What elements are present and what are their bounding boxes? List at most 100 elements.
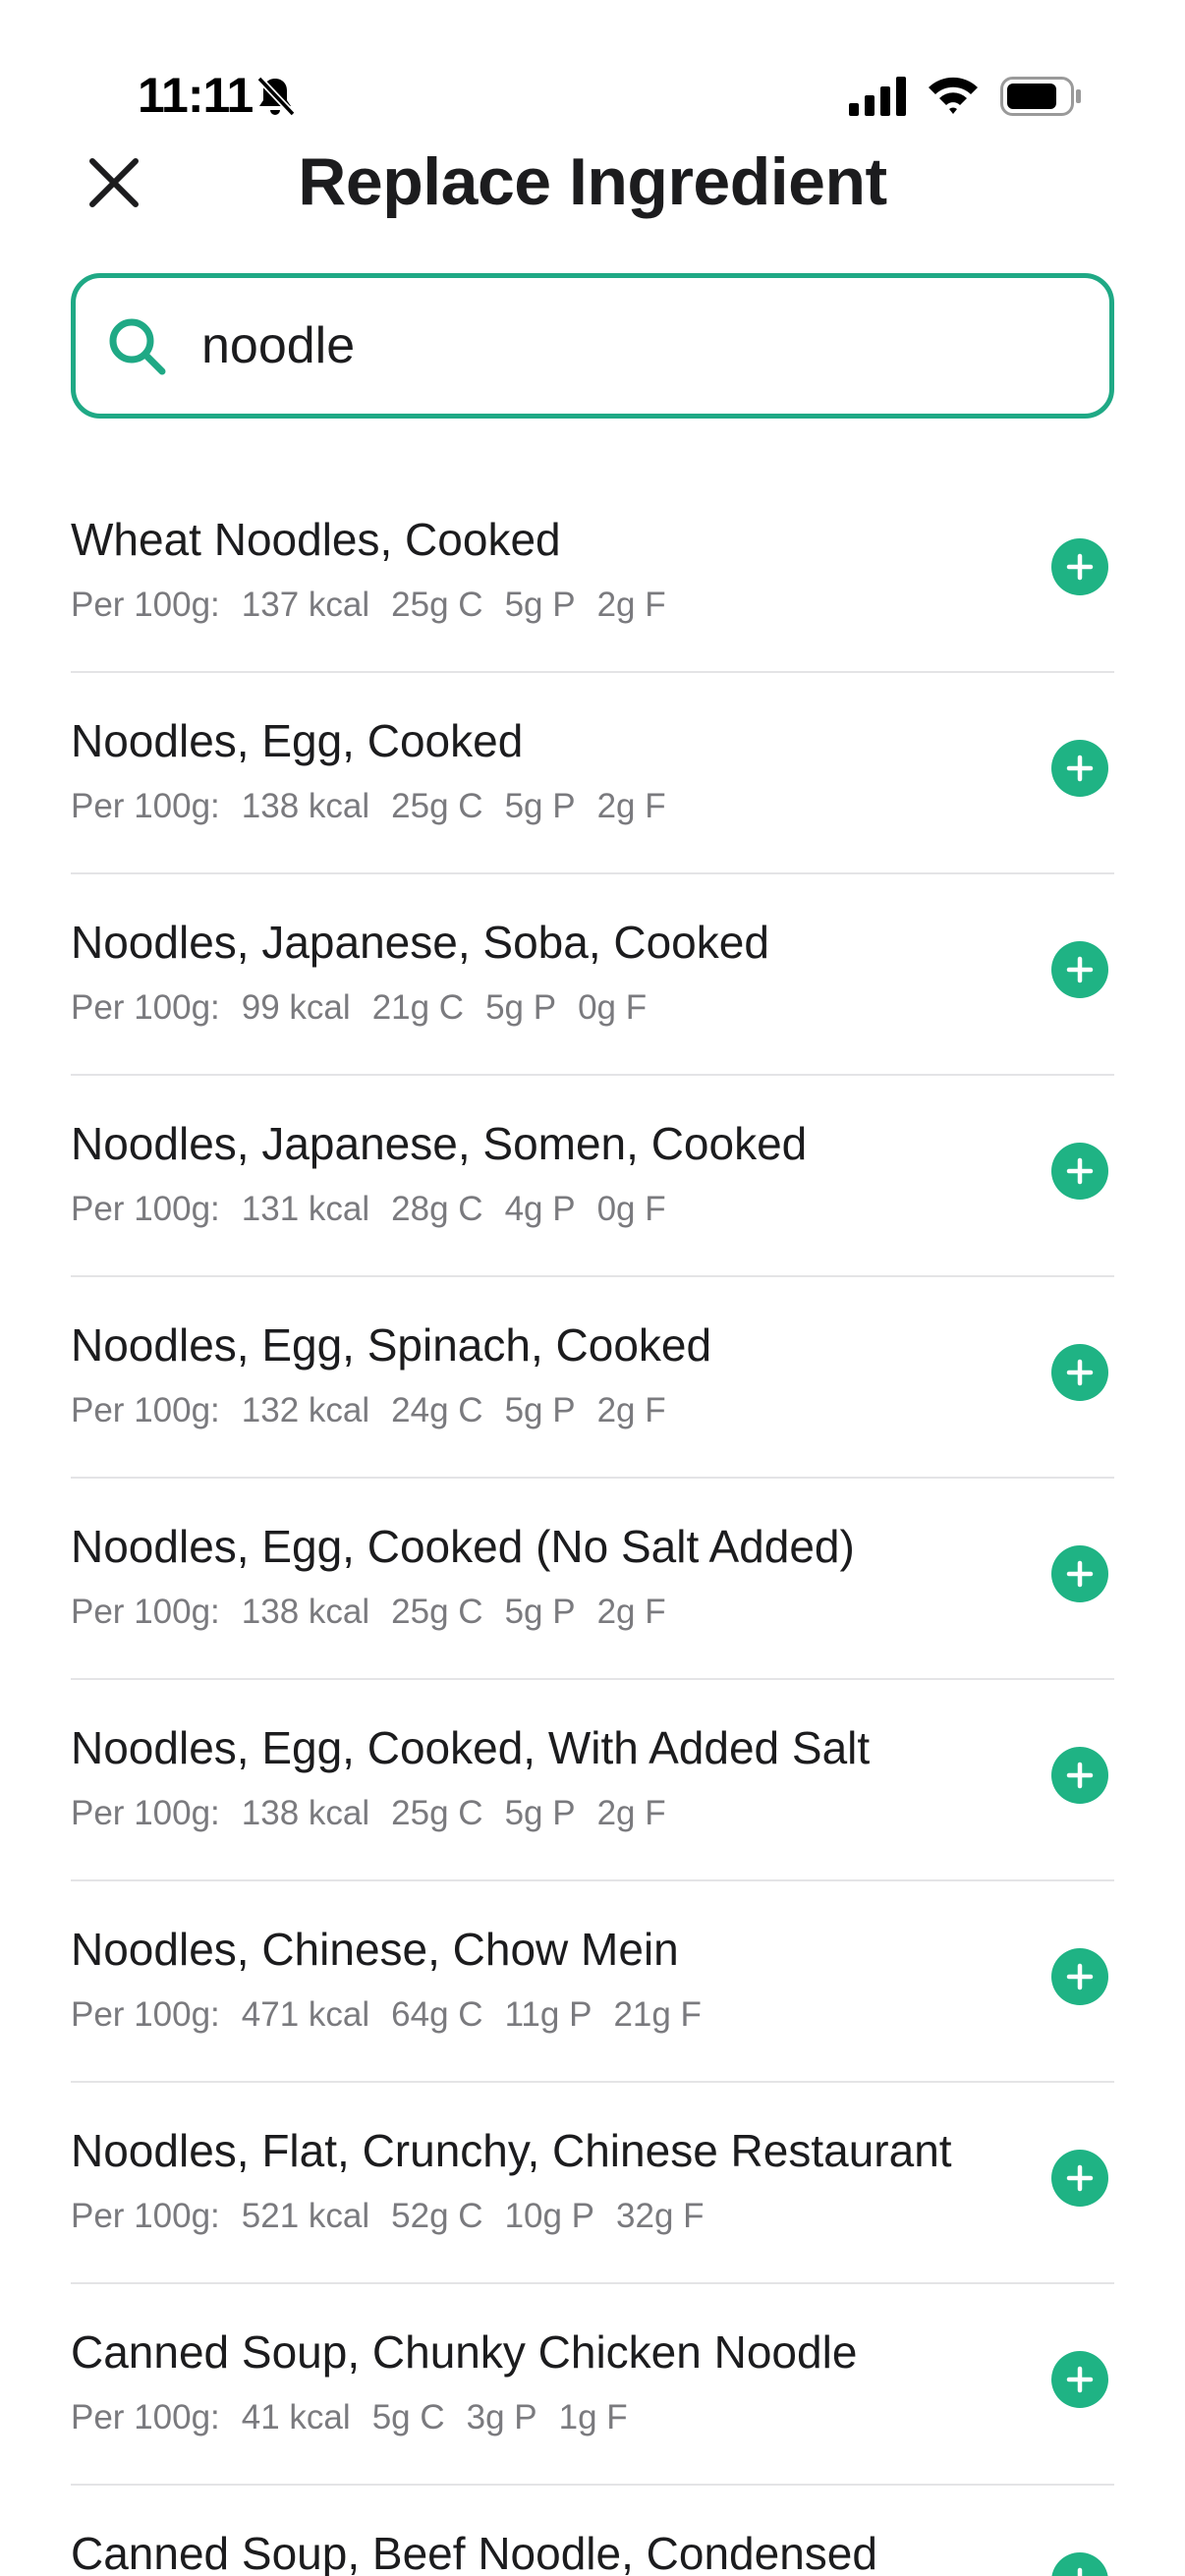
serving-label: Per 100g: — [71, 586, 220, 624]
protein-value: 4g P — [504, 1190, 576, 1228]
ingredient-name: Wheat Noodles, Cooked — [71, 514, 561, 565]
plus-icon — [1066, 755, 1094, 782]
add-ingredient-button[interactable] — [1051, 1948, 1108, 2005]
fat-value: 21g F — [613, 1995, 702, 2034]
protein-value: 10g P — [504, 2197, 595, 2235]
replace-ingredient-screen: 11:11 Replace Ingredient noodle Wheat No… — [0, 0, 1185, 2576]
fat-value: 0g F — [596, 1190, 666, 1228]
calories-value: 131 kcal — [241, 1190, 370, 1228]
serving-label: Per 100g: — [71, 988, 220, 1027]
protein-value: 3g P — [466, 2398, 537, 2436]
ingredient-macros: Per 100g: 131 kcal 28g C 4g P 0g F — [71, 1190, 688, 1229]
calories-value: 138 kcal — [241, 787, 370, 825]
carbs-value: 25g C — [391, 586, 483, 624]
list-item[interactable]: Noodles, Egg, Cooked (No Salt Added) Per… — [71, 1479, 1114, 1680]
plus-icon — [1077, 2567, 1083, 2576]
serving-label: Per 100g: — [71, 2398, 220, 2436]
protein-value: 5g P — [504, 787, 576, 825]
protein-value: 11g P — [504, 1995, 592, 2034]
plus-icon — [1066, 1359, 1094, 1386]
add-ingredient-button[interactable] — [1051, 2150, 1108, 2207]
add-ingredient-button[interactable] — [1051, 1143, 1108, 1200]
ingredient-name: Noodles, Japanese, Somen, Cooked — [71, 1118, 808, 1169]
plus-icon — [1066, 2366, 1094, 2393]
add-ingredient-button[interactable] — [1051, 538, 1108, 595]
plus-icon — [1066, 2164, 1094, 2192]
ingredient-macros: Per 100g: 41 kcal 5g C 3g P 1g F — [71, 2398, 649, 2437]
ingredient-name: Noodles, Egg, Cooked — [71, 715, 524, 766]
list-item[interactable]: Noodles, Japanese, Somen, Cooked Per 100… — [71, 1076, 1114, 1277]
results-list: Wheat Noodles, Cooked Per 100g: 137 kcal 2… — [71, 472, 1114, 2576]
list-item[interactable]: Noodles, Japanese, Soba, Cooked Per 100g… — [71, 874, 1114, 1076]
add-ingredient-button[interactable] — [1051, 1545, 1108, 1602]
serving-label: Per 100g: — [71, 1794, 220, 1832]
fat-value: 2g F — [596, 1593, 666, 1631]
carbs-value: 24g C — [391, 1391, 483, 1429]
add-ingredient-button[interactable] — [1051, 2351, 1108, 2408]
fat-value: 1g F — [558, 2398, 628, 2436]
serving-label: Per 100g: — [71, 1995, 220, 2034]
add-ingredient-button[interactable] — [1051, 1747, 1108, 1804]
battery-icon — [1000, 77, 1081, 116]
plus-icon — [1066, 553, 1094, 581]
carbs-value: 25g C — [391, 1593, 483, 1631]
ingredient-macros: Per 100g: 138 kcal 25g C 5g P 2g F — [71, 1794, 688, 1833]
serving-label: Per 100g: — [71, 787, 220, 825]
list-item[interactable]: Noodles, Egg, Cooked, With Added Salt Pe… — [71, 1680, 1114, 1881]
add-ingredient-button[interactable] — [1051, 740, 1108, 797]
calories-value: 521 kcal — [241, 2197, 370, 2235]
search-input[interactable] — [201, 278, 1109, 414]
ingredient-name: Noodles, Chinese, Chow Mein — [71, 1924, 679, 1975]
plus-icon — [1066, 1157, 1094, 1185]
status-bar: 11:11 — [0, 0, 1185, 147]
calories-value: 132 kcal — [241, 1391, 370, 1429]
carbs-value: 52g C — [391, 2197, 483, 2235]
fat-value: 2g F — [596, 1391, 666, 1429]
plus-icon — [1066, 1762, 1094, 1789]
list-item[interactable]: Noodles, Chinese, Chow Mein Per 100g: 471… — [71, 1881, 1114, 2083]
ingredient-macros: Per 100g: 471 kcal 64g C 11g P 21g F — [71, 1995, 723, 2035]
protein-value: 5g P — [485, 988, 557, 1027]
list-item[interactable]: Canned Soup, Beef Noodle, Condensed — [71, 2486, 1114, 2576]
add-ingredient-button[interactable] — [1051, 2552, 1108, 2576]
ingredient-name: Noodles, Egg, Cooked, With Added Salt — [71, 1722, 871, 1773]
list-item[interactable]: Noodles, Flat, Crunchy, Chinese Restaura… — [71, 2083, 1114, 2284]
status-time: 11:11 — [138, 68, 254, 123]
carbs-value: 28g C — [391, 1190, 483, 1228]
ingredient-name: Noodles, Flat, Crunchy, Chinese Restaura… — [71, 2125, 952, 2176]
calories-value: 138 kcal — [241, 1593, 370, 1631]
cellular-signal-icon — [849, 77, 906, 116]
calories-value: 137 kcal — [241, 586, 370, 624]
ingredient-macros: Per 100g: 99 kcal 21g C 5g P 0g F — [71, 988, 668, 1028]
fat-value: 2g F — [596, 787, 666, 825]
fat-value: 0g F — [578, 988, 648, 1027]
plus-icon — [1066, 1963, 1094, 1990]
carbs-value: 21g C — [371, 988, 465, 1027]
ingredient-macros: Per 100g: 521 kcal 52g C 10g P 32g F — [71, 2197, 726, 2236]
list-item[interactable]: Noodles, Egg, Spinach, Cooked Per 100g: 1… — [71, 1277, 1114, 1479]
carbs-value: 5g C — [371, 2398, 445, 2436]
search-box[interactable] — [71, 273, 1114, 419]
serving-label: Per 100g: — [71, 2197, 220, 2235]
list-item[interactable]: Canned Soup, Chunky Chicken Noodle Per 1… — [71, 2284, 1114, 2486]
ingredient-name: Noodles, Egg, Cooked (No Salt Added) — [71, 1521, 855, 1572]
carbs-value: 25g C — [391, 1794, 483, 1832]
bell-muted-icon — [256, 76, 296, 117]
wifi-icon — [929, 77, 978, 114]
list-item[interactable]: Noodles, Egg, Cooked Per 100g: 138 kcal 25… — [71, 673, 1114, 874]
calories-value: 471 kcal — [241, 1995, 370, 2034]
protein-value: 5g P — [504, 1593, 576, 1631]
ingredient-name: Canned Soup, Beef Noodle, Condensed — [71, 2528, 877, 2576]
page-title: Replace Ingredient — [298, 144, 887, 219]
carbs-value: 25g C — [391, 787, 483, 825]
ingredient-macros: Per 100g: 138 kcal 25g C 5g P 2g F — [71, 1593, 688, 1632]
ingredient-macros: Per 100g: 132 kcal 24g C 5g P 2g F — [71, 1391, 688, 1430]
add-ingredient-button[interactable] — [1051, 941, 1108, 998]
add-ingredient-button[interactable] — [1051, 1344, 1108, 1401]
fat-value: 32g F — [616, 2197, 705, 2235]
calories-value: 99 kcal — [241, 988, 351, 1027]
plus-icon — [1066, 1560, 1094, 1588]
calories-value: 138 kcal — [241, 1794, 370, 1832]
serving-label: Per 100g: — [71, 1391, 220, 1429]
list-item[interactable]: Wheat Noodles, Cooked Per 100g: 137 kcal 2… — [71, 472, 1114, 673]
